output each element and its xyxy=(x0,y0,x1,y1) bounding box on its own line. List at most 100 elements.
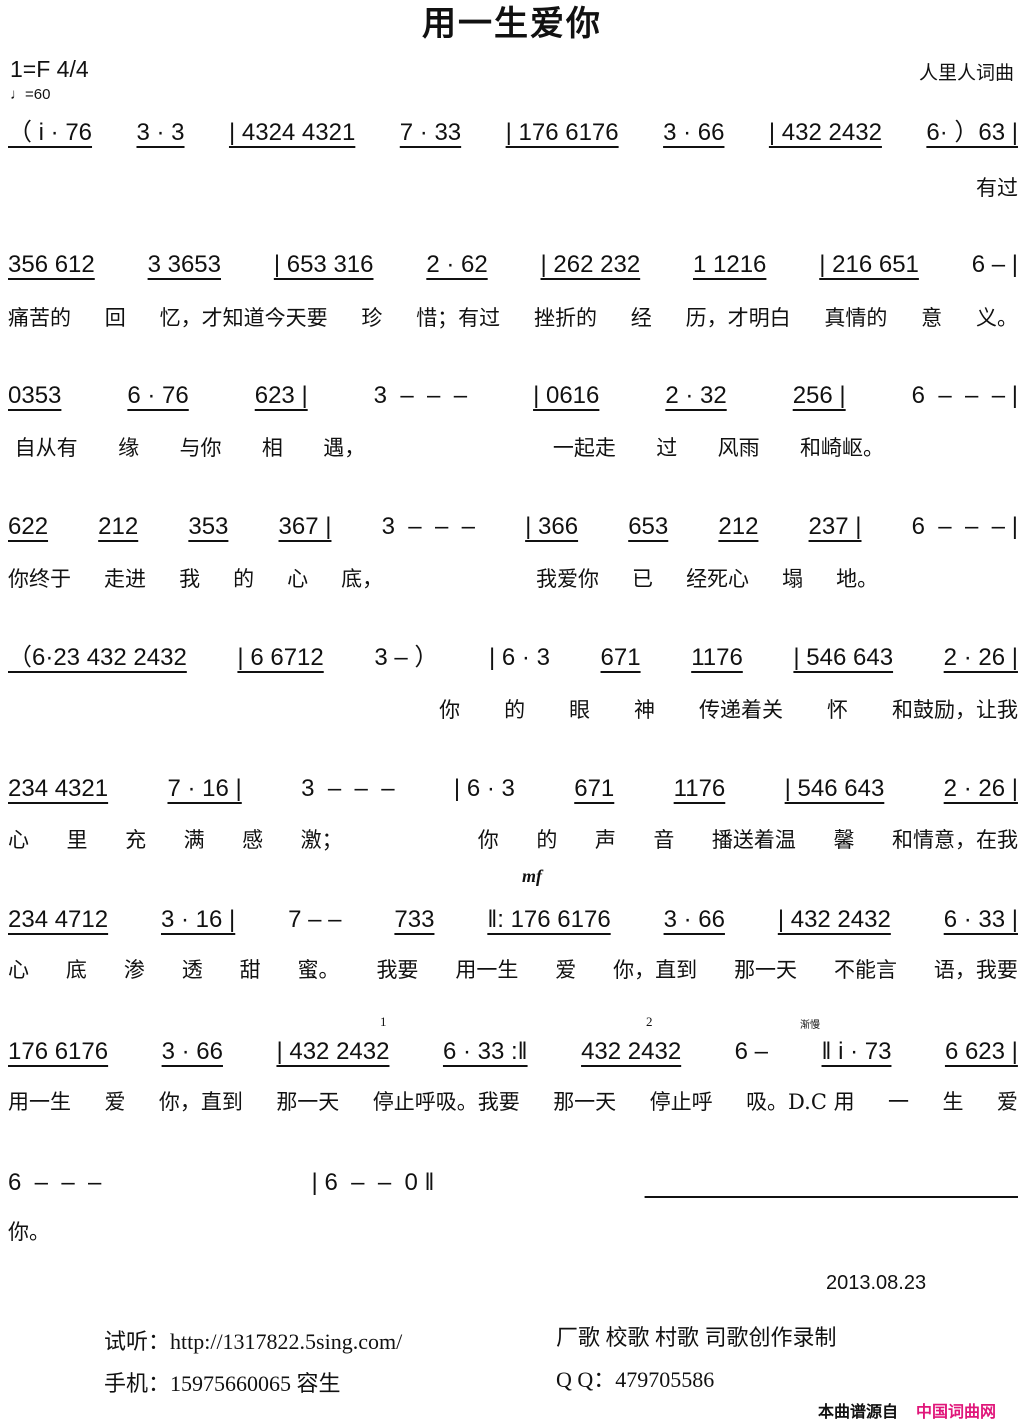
note-group: 6· ）63 | xyxy=(926,119,1018,146)
lyric: 自从有 xyxy=(8,436,78,460)
lyric: 惜；有过 xyxy=(416,306,501,330)
lyric: 相 xyxy=(261,436,283,460)
note-group: 176 6176 xyxy=(8,1038,109,1065)
lyric: 一起走 xyxy=(552,436,616,460)
composer-credit: 人里人词曲 xyxy=(918,62,1014,84)
lyric: 心 xyxy=(8,958,29,982)
note-group: 3 · 66 xyxy=(161,1038,223,1065)
note-group: 6 · 76 xyxy=(127,382,189,409)
notation-row: 0353 6 · 76 623 | 3 – – – | 0616 2 · 32 256 | 6… xyxy=(8,379,1018,413)
note-group: 3 · 16 | xyxy=(160,906,236,933)
lyric xyxy=(911,563,1018,593)
lyric: 渗 xyxy=(123,958,145,982)
note-group: 3 3653 xyxy=(147,251,221,278)
note-group: 432 2432 xyxy=(581,1038,682,1065)
rit-mark: 渐慢 xyxy=(800,1020,820,1031)
lyric: 已 xyxy=(632,567,654,591)
lyric: 爱 xyxy=(104,1090,126,1114)
lyric: 播送着温 xyxy=(711,828,796,852)
volta-2: 2 xyxy=(646,1014,653,1029)
note-group: 3 · 66 xyxy=(663,119,725,146)
lyric: 缘 xyxy=(118,436,140,460)
note-group: | 366 xyxy=(525,513,579,540)
lyric: 馨 xyxy=(833,828,855,852)
lyric: 声 xyxy=(594,828,616,852)
page-title: 用一生爱你 xyxy=(422,4,602,44)
note-group: 7 – – xyxy=(288,906,342,933)
lyric xyxy=(416,563,503,593)
lyric: 语，我要 xyxy=(933,958,1018,982)
source-site: 中国词曲网 xyxy=(916,1402,997,1421)
lyrics-row: 心 底 渗 透 甜 蜜。 我要 用一生 爱 你，直到 那一天 不能言 语，我要 xyxy=(8,954,1018,984)
lyric: 地。 xyxy=(836,567,879,591)
lyric: 走进 xyxy=(104,567,147,591)
lyric: 挫折的 xyxy=(533,306,597,330)
lyric: 蜜。 xyxy=(297,958,340,982)
lyrics-row: 心 里 充 满 感 激； 你 的 声 音 播送着温 馨 和情意，在我 xyxy=(8,824,1018,854)
note-group: 3 – – – xyxy=(381,513,475,540)
lyric: 风雨 xyxy=(717,436,760,460)
note-group: 353 xyxy=(188,513,229,540)
note-group xyxy=(645,1166,1018,1200)
lyric: 心 xyxy=(8,828,29,852)
notation-row: 234 4321 7 · 16 | 3 – – – | 6 · 3 671 1176 | 5… xyxy=(8,772,1018,806)
notation-row: 176 6176 3 · 66 | 432 2432 6 · 33 :‖ 432 243… xyxy=(8,1035,1018,1069)
lyric: 神 xyxy=(634,698,656,722)
note-group: 1176 xyxy=(673,775,726,802)
lyric: 怀 xyxy=(826,698,848,722)
lyric: 吸。D.C 用 xyxy=(746,1090,855,1114)
lyric: 我爱你 xyxy=(536,567,599,591)
lyric: 我要 xyxy=(376,958,419,982)
note-group: 623 | xyxy=(254,382,308,409)
lyric: 痛苦的 xyxy=(8,306,71,330)
note-group: 1176 xyxy=(691,644,743,671)
lyric: 音 xyxy=(653,828,675,852)
phone-info: 手机：15975660065 容生 xyxy=(104,1371,341,1396)
note-group: 622 xyxy=(8,513,49,540)
lyric: 底 xyxy=(65,958,87,982)
note-group: 3 – ） xyxy=(374,644,439,671)
note-group: 6 · 33 | xyxy=(943,906,1018,933)
note-group: 234 4321 xyxy=(8,775,109,802)
note-group: | 432 2432 xyxy=(276,1038,390,1065)
production-info: 厂歌 校歌 村歌 司歌创作录制 xyxy=(556,1325,837,1350)
lyric: 和情意，在我 xyxy=(891,828,1018,852)
note-group: | 546 643 xyxy=(793,644,894,671)
note-group: 3 · 3 xyxy=(136,119,185,146)
note-group: 671 xyxy=(600,644,641,671)
dynamic-mark: mf xyxy=(522,866,542,886)
notation-row: （6·23 432 2432 | 6 6712 3 – ） | 6 · 3 671 117… xyxy=(8,641,1018,675)
note-group: 733 xyxy=(394,906,435,933)
note-group: 3 – – – xyxy=(373,382,468,409)
lyric: 经 xyxy=(630,306,652,330)
lyric: 充 xyxy=(125,828,147,852)
note-group: 2 · 62 xyxy=(426,251,488,278)
note-group: | 432 2432 xyxy=(768,119,882,146)
lyric: 有过 xyxy=(976,176,1018,200)
lyric: 历，才明白 xyxy=(685,306,791,330)
lyrics-row: 用一生 爱 你，直到 那一天 停止呼吸。我要 那一天 停止呼 吸。D.C 用 一 生 爱 xyxy=(8,1086,1018,1116)
note-group: （ i · 76 xyxy=(8,119,93,146)
note-group: | 546 643 xyxy=(784,775,885,802)
lyric: 用一生 xyxy=(455,958,519,982)
lyric: 的 xyxy=(504,698,526,722)
note-group: 2 · 26 | xyxy=(943,644,1018,671)
lyric: 和鼓励，让我 xyxy=(891,698,1018,722)
note-group: 6 – – – xyxy=(8,1169,102,1196)
listen-link: 试听：http://1317822.5sing.com/ xyxy=(104,1329,403,1354)
lyric: 传递着关 xyxy=(699,698,784,722)
note-group: 367 | xyxy=(278,513,332,540)
lyrics-row: 你。 xyxy=(8,1216,1018,1246)
note-group: | 0616 xyxy=(533,382,600,409)
note-group: | 6 – – 0 ‖ xyxy=(311,1169,435,1196)
note-group: 671 xyxy=(574,775,615,802)
date: 2013.08.23 xyxy=(826,1272,927,1294)
lyric: 甜 xyxy=(239,958,261,982)
note-group: 356 612 xyxy=(8,251,95,278)
note-group: 256 | xyxy=(792,382,846,409)
note-group: 7 · 16 | xyxy=(167,775,242,802)
note-group: 234 4712 xyxy=(8,906,109,933)
lyric xyxy=(406,432,513,462)
lyrics-row: 自从有 缘 与你 相 遇， 一起走 过 风雨 和崎岖。 xyxy=(8,432,1018,462)
note-group: 6 – | xyxy=(971,251,1018,278)
